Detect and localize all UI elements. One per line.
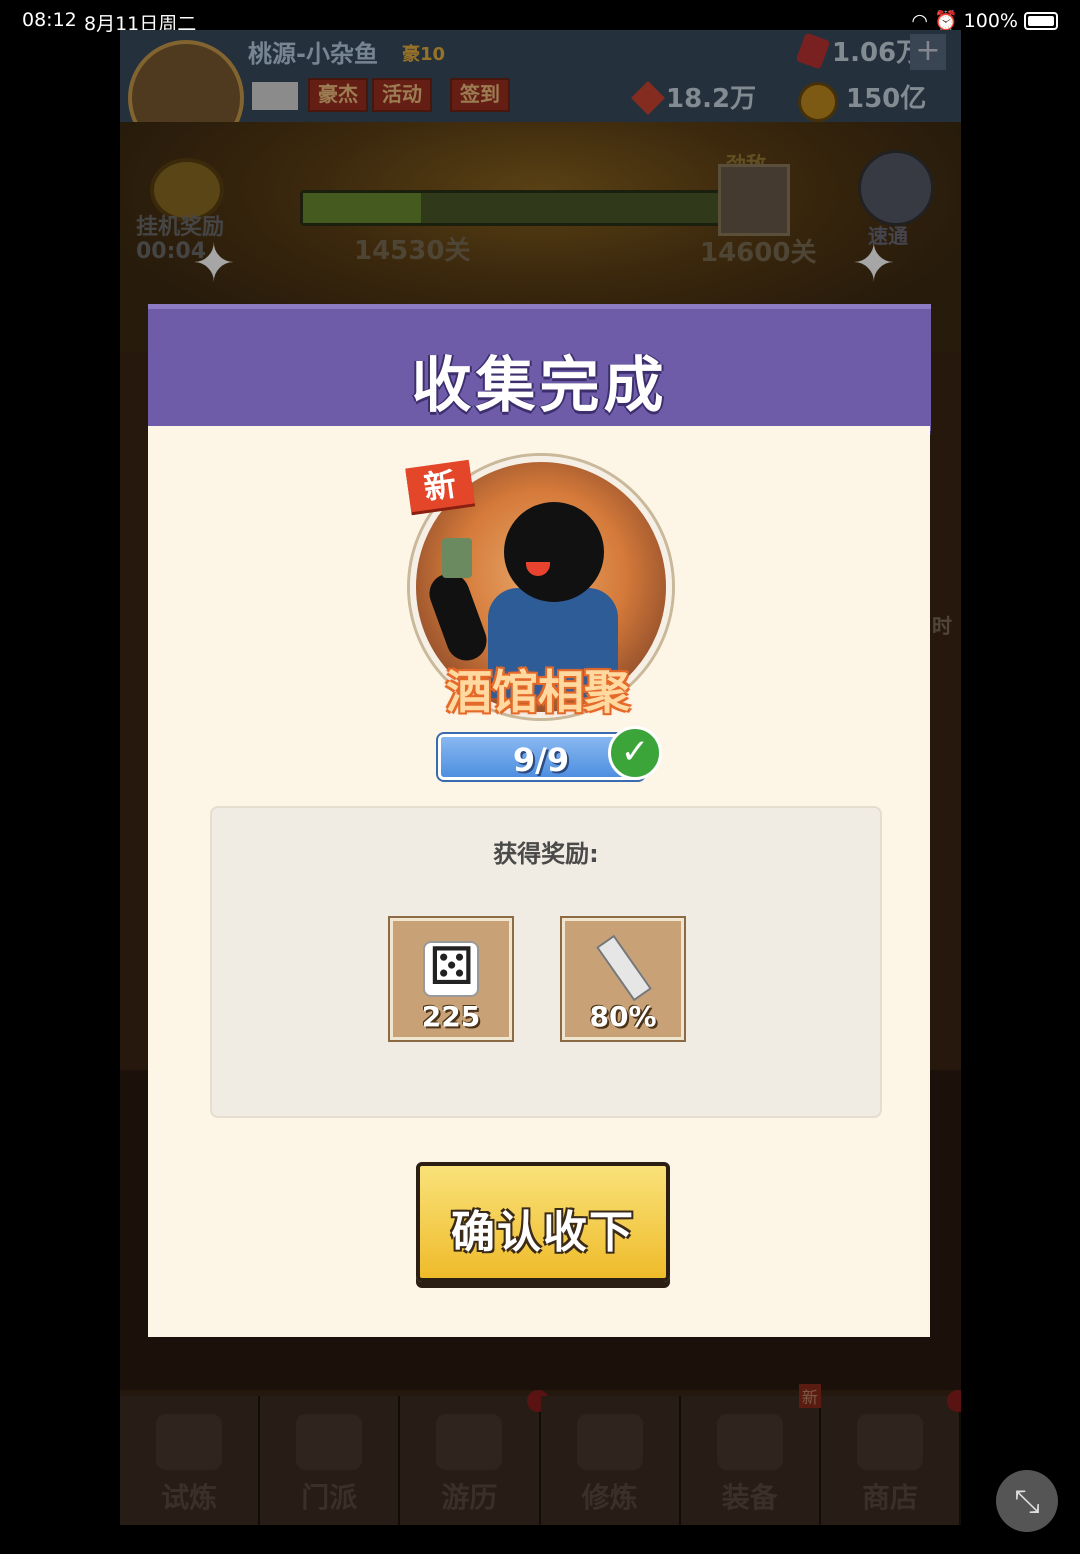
collapse-window-button[interactable]: ⤡: [996, 1470, 1058, 1532]
sweep-button[interactable]: [858, 150, 934, 226]
battery-icon: [1024, 11, 1058, 30]
coin-count: 150亿: [846, 84, 927, 114]
checkmark-icon: ✓: [608, 726, 662, 780]
nav-label: 修炼: [581, 1481, 638, 1514]
current-stage: 14530关: [354, 236, 471, 266]
new-badge: 新: [798, 1384, 821, 1408]
rewards-panel: 获得奖励: 225 80%: [210, 806, 882, 1118]
nav-label: 商店: [861, 1481, 918, 1514]
confirm-receive-button[interactable]: 确认收下: [416, 1162, 670, 1282]
game-top-bar: 桃源-小杂鱼 豪10 豪杰 活动 签到 1.06万 + 18.2万 150亿: [120, 30, 961, 156]
events-button[interactable]: 活动: [372, 78, 432, 112]
trial-icon: [156, 1414, 222, 1470]
bottom-nav: 试炼 门派 游历 修炼 装备 新 商店: [120, 1384, 961, 1525]
add-gem-button[interactable]: +: [910, 34, 946, 70]
modal-title: 收集完成: [411, 351, 668, 421]
nav-label: 门派: [301, 1481, 358, 1514]
wifi-icon: ◠: [911, 9, 928, 32]
notification-dot: [947, 1390, 961, 1412]
status-right: ◠ ⏰ 100%: [911, 9, 1058, 32]
nav-shop[interactable]: 商店: [820, 1390, 961, 1525]
reward-item-sword[interactable]: 80%: [562, 918, 684, 1040]
vip-tag: 豪10: [402, 44, 446, 65]
side-hint: 时: [932, 614, 952, 638]
figure-arm: [423, 567, 493, 667]
modal-header: 收集完成: [148, 304, 931, 435]
sword-icon: [595, 941, 647, 993]
shop-icon: [856, 1414, 923, 1470]
reward-qty: 225: [421, 1000, 481, 1033]
reward-qty: 80%: [589, 1000, 657, 1033]
nav-equipment[interactable]: 装备 新: [680, 1384, 821, 1525]
sword-icon: [716, 1414, 783, 1470]
boss-stage: 14600关: [700, 238, 817, 268]
nav-trial[interactable]: 试炼: [120, 1396, 261, 1525]
cup-icon: [442, 538, 472, 578]
mountain-icon: [436, 1414, 503, 1470]
confirm-label: 确认收下: [451, 1207, 635, 1258]
rewards-title: 获得奖励:: [493, 840, 599, 868]
status-time: 08:12: [22, 9, 77, 31]
gem-icon: [795, 32, 831, 70]
pagoda-icon: [296, 1414, 363, 1470]
nav-cultivate[interactable]: 修炼: [540, 1396, 681, 1525]
nav-sect[interactable]: 门派: [260, 1396, 401, 1525]
alarm-icon: ⏰: [934, 10, 958, 32]
coin-icon: [798, 82, 838, 122]
reward-item-dice[interactable]: 225: [390, 918, 512, 1040]
boss-portrait[interactable]: [718, 164, 790, 236]
new-badge: 新: [405, 459, 475, 513]
red-currency-count: 18.2万: [666, 84, 757, 114]
sparkle-icon: ✦: [192, 234, 236, 294]
book-icon: [576, 1414, 643, 1470]
figure-head: [504, 502, 604, 602]
mail-icon[interactable]: [252, 82, 298, 110]
collection-complete-dialog: 新 酒馆相聚 9/9 ✓ 获得奖励: 225 80% 确认收下: [148, 426, 930, 1337]
nav-travel[interactable]: 游历: [400, 1390, 549, 1525]
sparkle-icon: ✦: [852, 234, 896, 294]
player-name: 桃源-小杂鱼: [248, 40, 378, 68]
idle-chest-icon[interactable]: [150, 158, 224, 222]
battery-percent: 100%: [963, 9, 1018, 32]
red-gem-icon: [631, 81, 665, 115]
gem-count: 1.06万: [832, 38, 923, 68]
stage-progress-fill: [303, 193, 421, 223]
collection-name: 酒馆相聚: [446, 665, 630, 719]
stage-progress-bar: [300, 190, 726, 226]
nav-label: 游历: [441, 1481, 498, 1514]
heroes-button[interactable]: 豪杰: [308, 78, 368, 112]
dice-icon: [423, 937, 479, 997]
signin-button[interactable]: 签到: [450, 78, 510, 112]
nav-label: 装备: [721, 1481, 778, 1514]
nav-label: 试炼: [161, 1481, 218, 1514]
